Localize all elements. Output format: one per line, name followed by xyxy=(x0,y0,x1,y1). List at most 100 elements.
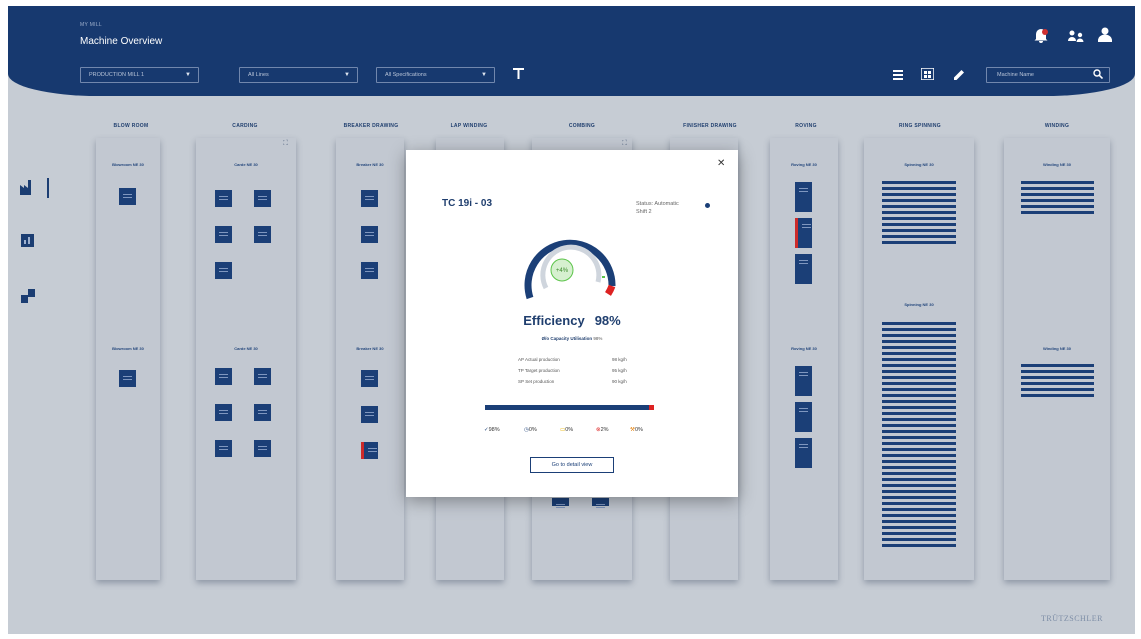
machine-tile[interactable] xyxy=(552,498,569,506)
machine-tile[interactable] xyxy=(361,226,378,243)
users-icon[interactable] xyxy=(1067,30,1085,42)
machine-tile[interactable] xyxy=(254,226,271,243)
group-title: Spinning NE 30 xyxy=(904,162,934,167)
production-row: SP Set production 90 kg/h xyxy=(518,379,627,384)
machine-tile[interactable] xyxy=(795,402,812,432)
column-breaker-drawing: BREAKER DRAWING xyxy=(343,123,399,129)
expand-icon[interactable]: ⛶ xyxy=(622,140,627,148)
group-title: Blowroom NE 30 xyxy=(112,162,144,167)
spinning-machine-list[interactable] xyxy=(882,322,956,550)
efficiency-progress-bar xyxy=(485,405,654,410)
gauge-label: +4% xyxy=(556,268,569,274)
machine-tile[interactable] xyxy=(119,370,136,387)
roving-panel: Roving NE 30 Roving NE 30 xyxy=(770,138,838,580)
machine-tile[interactable] xyxy=(795,254,812,284)
machine-tile[interactable] xyxy=(361,262,378,279)
profile-icon[interactable] xyxy=(1098,27,1112,42)
column-ring-spinning: RING SPINNING xyxy=(899,123,941,129)
winding-machine-list[interactable] xyxy=(1021,181,1094,214)
group-title: Spinning NE 30 xyxy=(904,302,934,307)
stat-idle: ◷0% xyxy=(524,427,537,433)
machine-tile[interactable] xyxy=(361,406,378,423)
machine-tile[interactable] xyxy=(215,226,232,243)
close-icon[interactable]: ✕ xyxy=(717,158,725,169)
lines-dropdown[interactable]: All Lines ▼ xyxy=(239,67,358,83)
group-title: Winding NE 30 xyxy=(1043,346,1071,351)
group-title: Breaker NE 30 xyxy=(356,162,384,167)
report-icon[interactable] xyxy=(21,234,34,247)
expand-icon[interactable]: ⛶ xyxy=(283,140,288,148)
stat-running: ✓98% xyxy=(484,427,500,433)
top-header: MY MILL Machine Overview PRODUCTION MILL… xyxy=(8,6,1135,96)
machine-tile[interactable] xyxy=(215,262,232,279)
column-finisher-drawing: FINISHER DRAWING xyxy=(683,123,737,129)
chevron-down-icon: ▼ xyxy=(481,72,487,78)
machine-tile[interactable] xyxy=(119,188,136,205)
row-value: 98 kg/h xyxy=(612,357,627,362)
machine-tile[interactable] xyxy=(361,190,378,207)
column-blow-room: BLOW ROOM xyxy=(113,123,149,129)
mill-dropdown[interactable]: PRODUCTION MILL 1 ▼ xyxy=(80,67,199,83)
row-label: Actual production xyxy=(524,357,560,362)
filter-icon[interactable] xyxy=(513,68,524,79)
page-title: Machine Overview xyxy=(80,36,163,47)
machine-tile[interactable] xyxy=(254,368,271,385)
stat-value: 0% xyxy=(634,427,643,433)
specifications-dropdown[interactable]: All Specifications ▼ xyxy=(376,67,495,83)
group-title: Blowroom NE 30 xyxy=(112,346,144,351)
winding-machine-list[interactable] xyxy=(1021,364,1094,400)
production-row: AP Actual production 98 kg/h xyxy=(518,357,627,362)
machine-tile[interactable] xyxy=(254,404,271,421)
carding-panel: ⛶ Carde NE 30 Carde NE 30 xyxy=(196,138,296,580)
row-code: TP xyxy=(518,368,524,373)
stat-warning: ▭0% xyxy=(560,427,573,433)
machine-tile[interactable] xyxy=(361,370,378,387)
machine-tile[interactable] xyxy=(254,440,271,457)
machine-tile-alert[interactable] xyxy=(361,442,378,459)
stat-value: 0% xyxy=(528,427,537,433)
brand-logo: TRÜTZSCHLER xyxy=(1041,614,1103,623)
stat-value: 2% xyxy=(600,427,609,433)
machine-tile[interactable] xyxy=(215,440,232,457)
utilization-line: Ø/o Capacity Utilisation 98% xyxy=(406,336,738,341)
stat-value: 98% xyxy=(488,427,500,433)
breadcrumb: MY MILL xyxy=(80,22,103,28)
breaker-drawing-panel: Breaker NE 30 Breaker NE 30 xyxy=(336,138,404,580)
machine-tile[interactable] xyxy=(795,438,812,468)
row-code: AP xyxy=(518,357,524,362)
machine-tile[interactable] xyxy=(795,182,812,212)
row-code: SP xyxy=(518,379,524,384)
stat-error: ⊗2% xyxy=(596,427,609,433)
specifications-dropdown-label: All Specifications xyxy=(385,72,427,78)
status-text: Status: Automatic xyxy=(636,201,679,207)
machine-tile-alert[interactable] xyxy=(795,218,812,248)
list-view-icon[interactable] xyxy=(893,70,903,80)
grid-view-icon[interactable] xyxy=(921,68,934,80)
blow-room-panel: Blowroom NE 30 Blowroom NE 30 xyxy=(96,138,160,580)
machine-tile[interactable] xyxy=(795,366,812,396)
machine-detail-modal: ✕ TC 19i - 03 Status: Automatic Shift 2 … xyxy=(406,150,738,497)
machine-tile[interactable] xyxy=(592,498,609,506)
progress-remainder xyxy=(649,405,654,410)
stat-maintenance: ⚒0% xyxy=(630,427,643,433)
alarm-bell-icon[interactable] xyxy=(1033,27,1049,43)
production-row: TP Target production 95 kg/h xyxy=(518,368,627,373)
machine-tile[interactable] xyxy=(215,190,232,207)
factory-icon[interactable] xyxy=(20,180,35,195)
utilization-value: 98% xyxy=(593,336,603,341)
detail-view-button[interactable]: Go to detail view xyxy=(530,457,614,473)
efficiency-heading: Efficiency 98% xyxy=(406,313,738,328)
column-lap-winding: LAP WINDING xyxy=(450,123,488,129)
winding-panel: Winding NE 30 Winding NE 30 xyxy=(1004,138,1110,580)
lines-dropdown-label: All Lines xyxy=(248,72,269,78)
search-icon[interactable] xyxy=(1093,69,1103,79)
spinning-machine-list[interactable] xyxy=(882,181,956,247)
machine-tile[interactable] xyxy=(254,190,271,207)
row-label: Target production xyxy=(524,368,560,373)
modules-icon[interactable] xyxy=(21,289,35,303)
machine-tile[interactable] xyxy=(215,404,232,421)
stat-value: 0% xyxy=(565,427,574,433)
machine-search-input[interactable]: Machine Name xyxy=(986,67,1110,83)
machine-tile[interactable] xyxy=(215,368,232,385)
edit-icon[interactable] xyxy=(954,69,965,80)
